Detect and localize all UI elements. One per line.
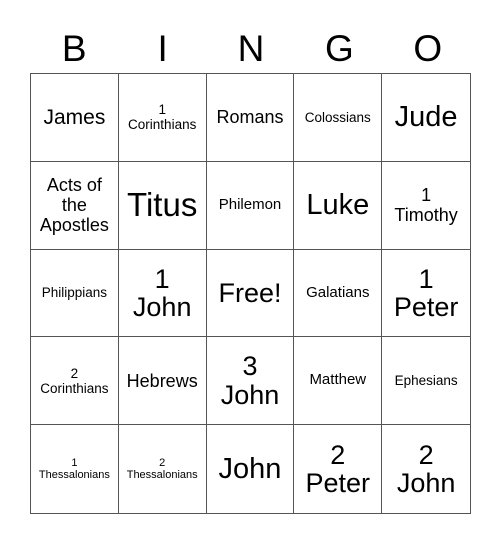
bingo-header: B I N G O (30, 24, 472, 74)
cell-text: Free! (218, 277, 282, 308)
header-letter-o: O (413, 28, 443, 69)
cell-number: 2 (330, 439, 346, 470)
cell-text: John (132, 291, 192, 322)
header-letter-n: N (237, 28, 265, 69)
bingo-cell[interactable]: 2 Thessalonians (119, 425, 207, 513)
bingo-cell[interactable]: Ephesians (382, 337, 470, 426)
cell-number: 3 (242, 351, 258, 382)
bingo-cell[interactable]: 3 John (206, 337, 295, 426)
cell-text: Timothy (394, 205, 458, 226)
header-letter-b: B (61, 28, 87, 69)
bingo-cell[interactable]: James (31, 74, 119, 162)
bingo-cell[interactable]: Philemon (206, 161, 295, 250)
cell-text: Matthew (309, 371, 367, 389)
bingo-cell[interactable]: Matthew (294, 337, 383, 426)
cell-text: Thessalonians (126, 469, 198, 482)
cell-text: Corinthians (128, 117, 197, 133)
bingo-cell[interactable]: Jude (382, 74, 470, 162)
cell-text: John (218, 452, 282, 485)
header-letter-g: G (324, 28, 354, 69)
cell-text: Philemon (218, 195, 282, 213)
cell-text: Luke (306, 188, 370, 221)
cell-text: Philippians (41, 285, 108, 301)
bingo-card-grid: James 1 Corinthians Romans Colossians Jud… (30, 73, 471, 514)
cell-number: 2 (70, 365, 79, 381)
header-letter-i: I (157, 28, 168, 69)
cell-number: 1 (154, 263, 170, 294)
cell-number: 1 (158, 102, 166, 118)
cell-text: Peter (305, 468, 371, 499)
bingo-cell[interactable]: Romans (206, 74, 295, 162)
bingo-cell[interactable]: 2 Corinthians (31, 337, 119, 426)
bingo-cell[interactable]: 1 Peter (382, 250, 470, 338)
bingo-cell[interactable]: 1 Thessalonians (31, 425, 119, 513)
cell-text: Colossians (304, 109, 371, 125)
bingo-cell[interactable]: Titus (118, 161, 207, 250)
cell-text: Titus (127, 185, 198, 223)
cell-text: Romans (216, 107, 284, 128)
cell-text: Corinthians (40, 380, 109, 396)
bingo-cell[interactable]: 1 John (118, 249, 207, 338)
cell-text: John (220, 379, 280, 410)
cell-number: 2 (159, 456, 166, 469)
cell-text: Jude (394, 101, 458, 134)
bingo-cell[interactable]: 2 Peter (294, 425, 383, 513)
bingo-cell[interactable]: John (207, 425, 295, 513)
cell-text: Thessalonians (38, 469, 110, 482)
bingo-cell[interactable]: Luke (294, 161, 383, 250)
bingo-cell[interactable]: 1 Corinthians (118, 74, 207, 162)
cell-number: 1 (421, 185, 432, 206)
bingo-cell[interactable]: 1 Timothy (382, 162, 470, 250)
cell-text: James (43, 105, 106, 129)
cell-text: Peter (393, 291, 459, 322)
free-space[interactable]: Free! (206, 249, 295, 338)
bingo-cell[interactable]: Acts of the Apostles (31, 161, 119, 250)
cell-number: 1 (71, 456, 78, 469)
cell-number: 1 (418, 263, 434, 294)
cell-text: Hebrews (126, 370, 198, 391)
bingo-cell[interactable]: Philippians (31, 249, 119, 338)
cell-text: John (396, 468, 456, 499)
cell-number: 2 (418, 439, 434, 470)
bingo-cell[interactable]: Galatians (294, 249, 383, 338)
bingo-cell[interactable]: Colossians (294, 74, 383, 162)
cell-text: Ephesians (394, 373, 458, 389)
bingo-cell[interactable]: 2 John (382, 425, 470, 513)
cell-text: Galatians (306, 283, 370, 301)
cell-text: Acts of the Apostles (39, 174, 109, 236)
bingo-cell[interactable]: Hebrews (118, 337, 207, 426)
